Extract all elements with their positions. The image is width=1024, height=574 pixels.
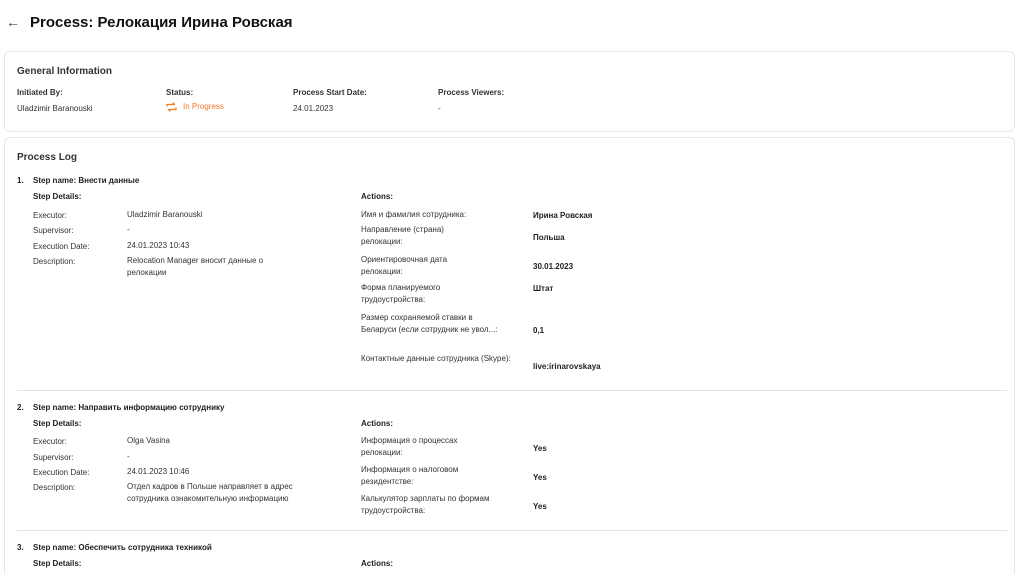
step-details-heading: Step Details: — [33, 419, 82, 428]
actions-heading: Actions: — [361, 419, 393, 428]
action-label: Информация о налоговом резидентстве: — [361, 465, 459, 486]
action-label: Калькулятор зарплаты по формам трудоустр… — [361, 494, 490, 515]
supervisor-label: Supervisor: — [33, 226, 74, 235]
step-details-heading: Step Details: — [33, 559, 82, 568]
back-arrow-icon[interactable]: ← — [6, 14, 20, 30]
process-log-card: Process Log 1. Step name: Внести данные … — [4, 137, 1015, 574]
action-value: Ирина Ровская — [533, 211, 593, 220]
description-label: Description: — [33, 257, 76, 266]
page-header: ← Process: Релокация Ирина Ровская — [0, 0, 1024, 46]
execution-date-value: 24.01.2023 10:46 — [127, 467, 190, 476]
initiated-by-label: Initiated By: — [17, 88, 63, 97]
status-label: Status: — [166, 88, 194, 97]
step-divider — [17, 390, 1007, 391]
status-badge: In Progress — [166, 102, 224, 112]
action-value: Yes — [533, 444, 547, 453]
action-label: Имя и фамилия сотрудника: — [361, 210, 467, 219]
step-name: Step name: Внести данные — [33, 176, 140, 185]
description-value: Relocation Manager вносит данные о релок… — [127, 256, 264, 277]
action-value: Польша — [533, 233, 565, 242]
viewers-label: Process Viewers: — [438, 88, 505, 97]
action-value: 0,1 — [533, 326, 545, 335]
step-name: Step name: Направить информацию сотрудни… — [33, 403, 225, 412]
description-value: Отдел кадров в Польше направляет в адрес… — [127, 482, 293, 503]
step-number: 1. — [17, 176, 24, 185]
process-log-title: Process Log — [17, 152, 78, 163]
action-value: Yes — [533, 502, 547, 511]
supervisor-value: - — [127, 225, 130, 234]
execution-date-label: Execution Date: — [33, 468, 90, 477]
execution-date-label: Execution Date: — [33, 242, 90, 251]
status-text: In Progress — [183, 102, 224, 111]
action-value: live:irinarovskaya — [533, 362, 601, 371]
execution-date-value: 24.01.2023 10:43 — [127, 241, 190, 250]
executor-value: Olga Vasina — [127, 436, 170, 445]
action-label: Размер сохраняемой ставки в Беларуси (ес… — [361, 313, 498, 334]
executor-label: Executor: — [33, 437, 67, 446]
actions-heading: Actions: — [361, 559, 393, 568]
viewers-value: - — [438, 104, 441, 113]
actions-heading: Actions: — [361, 192, 393, 201]
action-label: Ориентировочная дата релокации: — [361, 255, 448, 276]
step-number: 2. — [17, 403, 24, 412]
step-divider — [17, 530, 1007, 531]
action-value: Yes — [533, 473, 547, 482]
action-label: Контактные данные сотрудника (Skype): — [361, 354, 511, 363]
step-number: 3. — [17, 543, 24, 552]
start-date-value: 24.01.2023 — [293, 104, 334, 113]
supervisor-value: - — [127, 452, 130, 461]
general-information-card: General Information Initiated By: Uladzi… — [4, 51, 1015, 132]
initiated-by-value: Uladzimir Baranouski — [17, 104, 93, 113]
in-progress-icon — [166, 102, 177, 112]
action-label: Направление (страна) релокации: — [361, 225, 444, 246]
supervisor-label: Supervisor: — [33, 453, 74, 462]
executor-label: Executor: — [33, 211, 67, 220]
step-details-heading: Step Details: — [33, 192, 82, 201]
page-title: Process: Релокация Ирина Ровская — [30, 14, 293, 31]
start-date-label: Process Start Date: — [293, 88, 367, 97]
action-label: Информация о процессах релокации: — [361, 436, 458, 457]
general-information-title: General Information — [17, 66, 113, 77]
description-label: Description: — [33, 483, 76, 492]
action-label: Форма планируемого трудоустройства: — [361, 283, 441, 304]
executor-value: Uladzimir Baranouski — [127, 210, 203, 219]
action-value: Штат — [533, 284, 554, 293]
step-name: Step name: Обеспечить сотрудника технико… — [33, 543, 212, 552]
action-value: 30.01.2023 — [533, 262, 574, 271]
